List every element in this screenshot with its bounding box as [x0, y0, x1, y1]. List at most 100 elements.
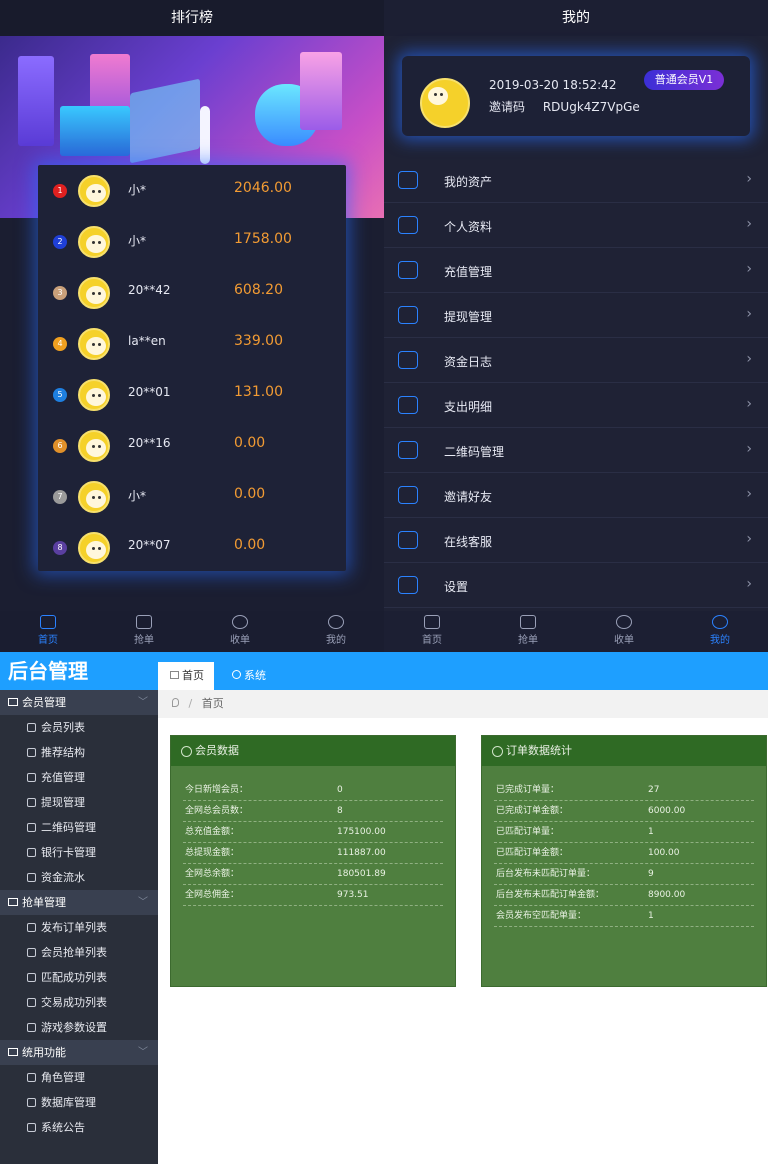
sidebar-group[interactable]: 统用功能 ﹀	[0, 1040, 158, 1065]
menu-item[interactable]: 提现管理 ›	[384, 293, 768, 338]
sidebar-item-label: 推荐结构	[41, 746, 85, 759]
sidebar-item-label: 游戏参数设置	[41, 1021, 107, 1034]
menu-item[interactable]: 设置 ›	[384, 563, 768, 608]
stat-row: 今日新增会员： 0	[183, 780, 443, 801]
tab-home[interactable]: 首页	[158, 662, 214, 690]
sidebar-item[interactable]: 提现管理	[0, 790, 158, 815]
stat-label: 后台发布未匹配订单量：	[496, 869, 596, 879]
sidebar-item[interactable]: 数据库管理	[0, 1090, 158, 1115]
stat-label: 已完成订单量：	[496, 785, 560, 795]
chevron-right-icon: ›	[746, 576, 752, 592]
sidebar-item[interactable]: 会员抢单列表	[0, 940, 158, 965]
ranking-value: 2046.00	[234, 180, 292, 196]
tab-home[interactable]: 首页	[384, 611, 480, 652]
item-icon	[27, 873, 36, 882]
chevron-right-icon: ›	[746, 351, 752, 367]
stat-row: 后台发布未匹配订单金额： 8900.00	[494, 885, 754, 906]
sidebar-item[interactable]: 银行卡管理	[0, 840, 158, 865]
item-icon	[27, 1023, 36, 1032]
sidebar-group[interactable]: 会员管理 ﹀	[0, 690, 158, 715]
mail-icon	[520, 615, 536, 629]
menu-item-label: 资金日志	[444, 355, 493, 369]
stat-row: 总提现金额： 111887.00	[183, 843, 443, 864]
menu-item[interactable]: 邀请好友 ›	[384, 473, 768, 518]
gear-icon	[398, 576, 418, 594]
tab-grab-order[interactable]: 抢单	[480, 611, 576, 652]
menu-item[interactable]: 二维码管理 ›	[384, 428, 768, 473]
chevron-right-icon: ›	[746, 261, 752, 277]
folder-icon	[8, 898, 18, 906]
ranking-row: 4 la**en 339.00	[38, 319, 346, 369]
sidebar-item-label: 会员抢单列表	[41, 946, 107, 959]
rank-badge: 5	[53, 388, 67, 402]
home-icon	[40, 615, 56, 629]
ranking-row: 7 小* 0.00	[38, 472, 346, 522]
menu-item[interactable]: 在线客服 ›	[384, 518, 768, 563]
stat-label: 总充值金额：	[185, 827, 240, 837]
stat-value: 175100.00	[337, 827, 386, 837]
chevron-right-icon: ›	[746, 306, 752, 322]
rank-badge: 1	[53, 184, 67, 198]
sidebar-item[interactable]: 匹配成功列表	[0, 965, 158, 990]
chevron-right-icon: ›	[746, 486, 752, 502]
menu-item[interactable]: 支出明细 ›	[384, 383, 768, 428]
sidebar-item[interactable]: 资金流水	[0, 865, 158, 890]
sidebar-group-label: 抢单管理	[22, 896, 66, 909]
stat-row: 后台发布未匹配订单量： 9	[494, 864, 754, 885]
profile-datetime: 2019-03-20 18:52:42	[489, 78, 617, 92]
item-icon	[27, 973, 36, 982]
menu-item-label: 提现管理	[444, 310, 493, 324]
menu-item[interactable]: 个人资料 ›	[384, 203, 768, 248]
sidebar-item[interactable]: 二维码管理	[0, 815, 158, 840]
sidebar-item[interactable]: 会员列表	[0, 715, 158, 740]
item-icon	[27, 998, 36, 1007]
rank-badge: 8	[53, 541, 67, 555]
sidebar-item[interactable]: 游戏参数设置	[0, 1015, 158, 1040]
tab-home[interactable]: 首页	[0, 611, 96, 652]
left-tabbar: 首页 抢单 收单 我的	[0, 611, 384, 652]
ranking-value: 1758.00	[234, 231, 292, 247]
sidebar-item[interactable]: 角色管理	[0, 1065, 158, 1090]
sidebar-item[interactable]: 发布订单列表	[0, 915, 158, 940]
stat-value: 1	[648, 911, 654, 921]
tab-grab-order[interactable]: 抢单	[96, 611, 192, 652]
admin-sidebar: 后台管理 会员管理 ﹀ 会员列表 推荐结构 充值管理 提现管理 二维码管理 银行卡管理 资金流水…	[0, 652, 158, 1164]
menu-item-label: 我的资产	[444, 175, 493, 189]
sidebar-item-label: 充值管理	[41, 771, 85, 784]
menu-item[interactable]: 我的资产 ›	[384, 158, 768, 203]
sidebar-item[interactable]: 推荐结构	[0, 740, 158, 765]
sidebar-item-label: 提现管理	[41, 796, 85, 809]
tab-mine[interactable]: 我的	[672, 611, 768, 652]
ranking-value: 0.00	[234, 537, 266, 553]
home-icon	[170, 671, 179, 679]
stat-value: 27	[648, 785, 660, 795]
tab-receive-order[interactable]: 收单	[576, 611, 672, 652]
menu-item-label: 充值管理	[444, 265, 493, 279]
sidebar-item[interactable]: 充值管理	[0, 765, 158, 790]
item-icon	[27, 773, 36, 782]
ranking-row: 1 小* 2046.00	[38, 166, 346, 216]
breadcrumb-home[interactable]: 首页	[202, 697, 224, 710]
sidebar-group[interactable]: 抢单管理 ﹀	[0, 890, 158, 915]
chevron-down-icon: ﹀	[138, 697, 148, 708]
ranking-name: 20**16	[128, 436, 171, 450]
tab-receive-order[interactable]: 收单	[192, 611, 288, 652]
sidebar-item-label: 二维码管理	[41, 821, 96, 834]
sidebar-item-label: 资金流水	[41, 871, 85, 884]
menu-item[interactable]: 资金日志 ›	[384, 338, 768, 383]
stat-label: 已完成订单金额：	[496, 806, 569, 816]
sidebar-item[interactable]: 系统公告	[0, 1115, 158, 1140]
tab-system[interactable]: 系统	[220, 662, 266, 690]
menu-item[interactable]: 充值管理 ›	[384, 248, 768, 293]
sidebar-item[interactable]: 交易成功列表	[0, 990, 158, 1015]
yen-shield-icon	[398, 261, 418, 279]
stat-value: 9	[648, 869, 654, 879]
tab-mine[interactable]: 我的	[288, 611, 384, 652]
stat-row: 已匹配订单金额： 100.00	[494, 843, 754, 864]
avatar	[78, 226, 110, 258]
folder-icon	[8, 698, 18, 706]
stat-value: 100.00	[648, 848, 680, 858]
mail-icon	[136, 615, 152, 629]
stat-row: 会员发布空匹配单量： 1	[494, 906, 754, 927]
stat-row: 总充值金额： 175100.00	[183, 822, 443, 843]
